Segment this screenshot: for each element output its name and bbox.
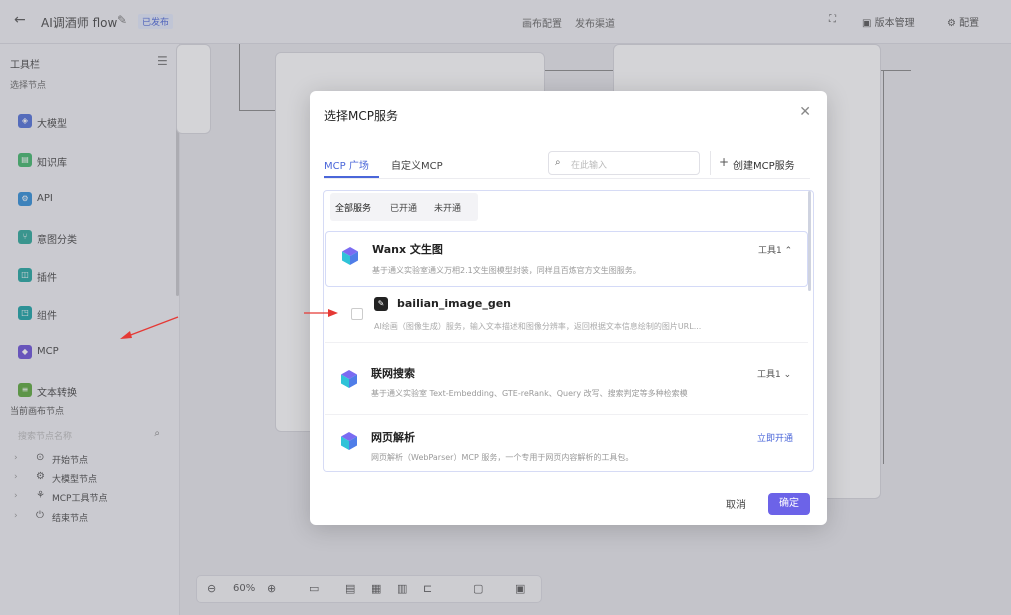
image-gen-icon: ✎ [374, 297, 388, 311]
tool-count: 工具1 [757, 370, 781, 380]
tool-count: 工具1 [758, 246, 782, 256]
chevron-up-icon: ⌃ [784, 246, 793, 256]
tool-desc: AI绘画（图像生成）服务，输入文本描述和图像分辨率，返回根据文本信息绘制的图片U… [374, 322, 702, 331]
cancel-button[interactable]: 取消 [726, 496, 746, 511]
tools-toggle[interactable]: 工具1 ⌄ [757, 367, 791, 380]
active-tab-indicator [324, 176, 379, 178]
ok-button[interactable]: 确定 [768, 493, 810, 515]
enable-now-link[interactable]: 立即开通 [757, 431, 793, 444]
list-scrollbar[interactable] [808, 191, 811, 291]
modal-title: 选择MCP服务 [324, 109, 398, 123]
service-card-wanx[interactable]: Wanx 文生图 基于通义实验室通义万相2.1文生图模型封装，同样且百炼官方文生… [325, 231, 808, 287]
select-mcp-modal: 选择MCP服务 ✕ MCP 广场 自定义MCP ⌕ 在此输入 + 创建MCP服务… [310, 91, 827, 525]
tool-row[interactable]: ✎ bailian_image_gen AI绘画（图像生成）服务，输入文本描述和… [325, 287, 808, 343]
close-icon[interactable]: ✕ [799, 104, 811, 120]
plus-icon: + [719, 155, 730, 169]
service-desc: 网页解析（WebParser）MCP 服务，一个专用于网页内容解析的工具包。 [371, 453, 634, 462]
service-card-web-parser[interactable]: 网页解析 网页解析（WebParser）MCP 服务，一个专用于网页内容解析的工… [325, 415, 808, 471]
tool-name: bailian_image_gen [397, 297, 512, 310]
cube-logo-icon [342, 247, 358, 265]
tool-checkbox[interactable] [351, 308, 363, 320]
tools-toggle[interactable]: 工具1 ⌃ [758, 243, 792, 256]
service-card-web-search[interactable]: 联网搜索 基于通义实验室 Text-Embedding、GTE-reRank、Q… [325, 351, 808, 415]
service-desc: 基于通义实验室通义万相2.1文生图模型封装，同样且百炼官方文生图服务。 [372, 266, 641, 275]
cube-logo-icon [341, 432, 357, 450]
filter-all[interactable]: 全部服务 [335, 201, 371, 214]
tab-mcp-square[interactable]: MCP 广场 [324, 157, 369, 172]
filter-enabled[interactable]: 已开通 [390, 201, 417, 214]
mcp-service-list: 全部服务 已开通 未开通 Wanx 文生图 基于通义实验室通义万相2.1文生图模… [323, 190, 814, 472]
create-mcp-label: 创建MCP服务 [733, 161, 795, 172]
service-name: 联网搜索 [371, 367, 415, 380]
search-placeholder: 在此输入 [571, 161, 608, 171]
service-name: 网页解析 [371, 431, 415, 444]
filter-group: 全部服务 已开通 未开通 [330, 193, 478, 221]
service-desc: 基于通义实验室 Text-Embedding、GTE-reRank、Query … [371, 389, 688, 398]
search-icon: ⌕ [555, 157, 561, 168]
filter-disabled[interactable]: 未开通 [434, 201, 461, 214]
create-mcp-button[interactable]: + 创建MCP服务 [710, 151, 806, 175]
cube-logo-icon [341, 370, 357, 388]
mcp-search-input[interactable]: ⌕ 在此输入 [548, 151, 700, 175]
chevron-down-icon: ⌄ [783, 370, 792, 380]
service-name: Wanx 文生图 [372, 243, 443, 256]
tab-divider [324, 178, 810, 179]
tab-custom-mcp[interactable]: 自定义MCP [391, 157, 443, 172]
